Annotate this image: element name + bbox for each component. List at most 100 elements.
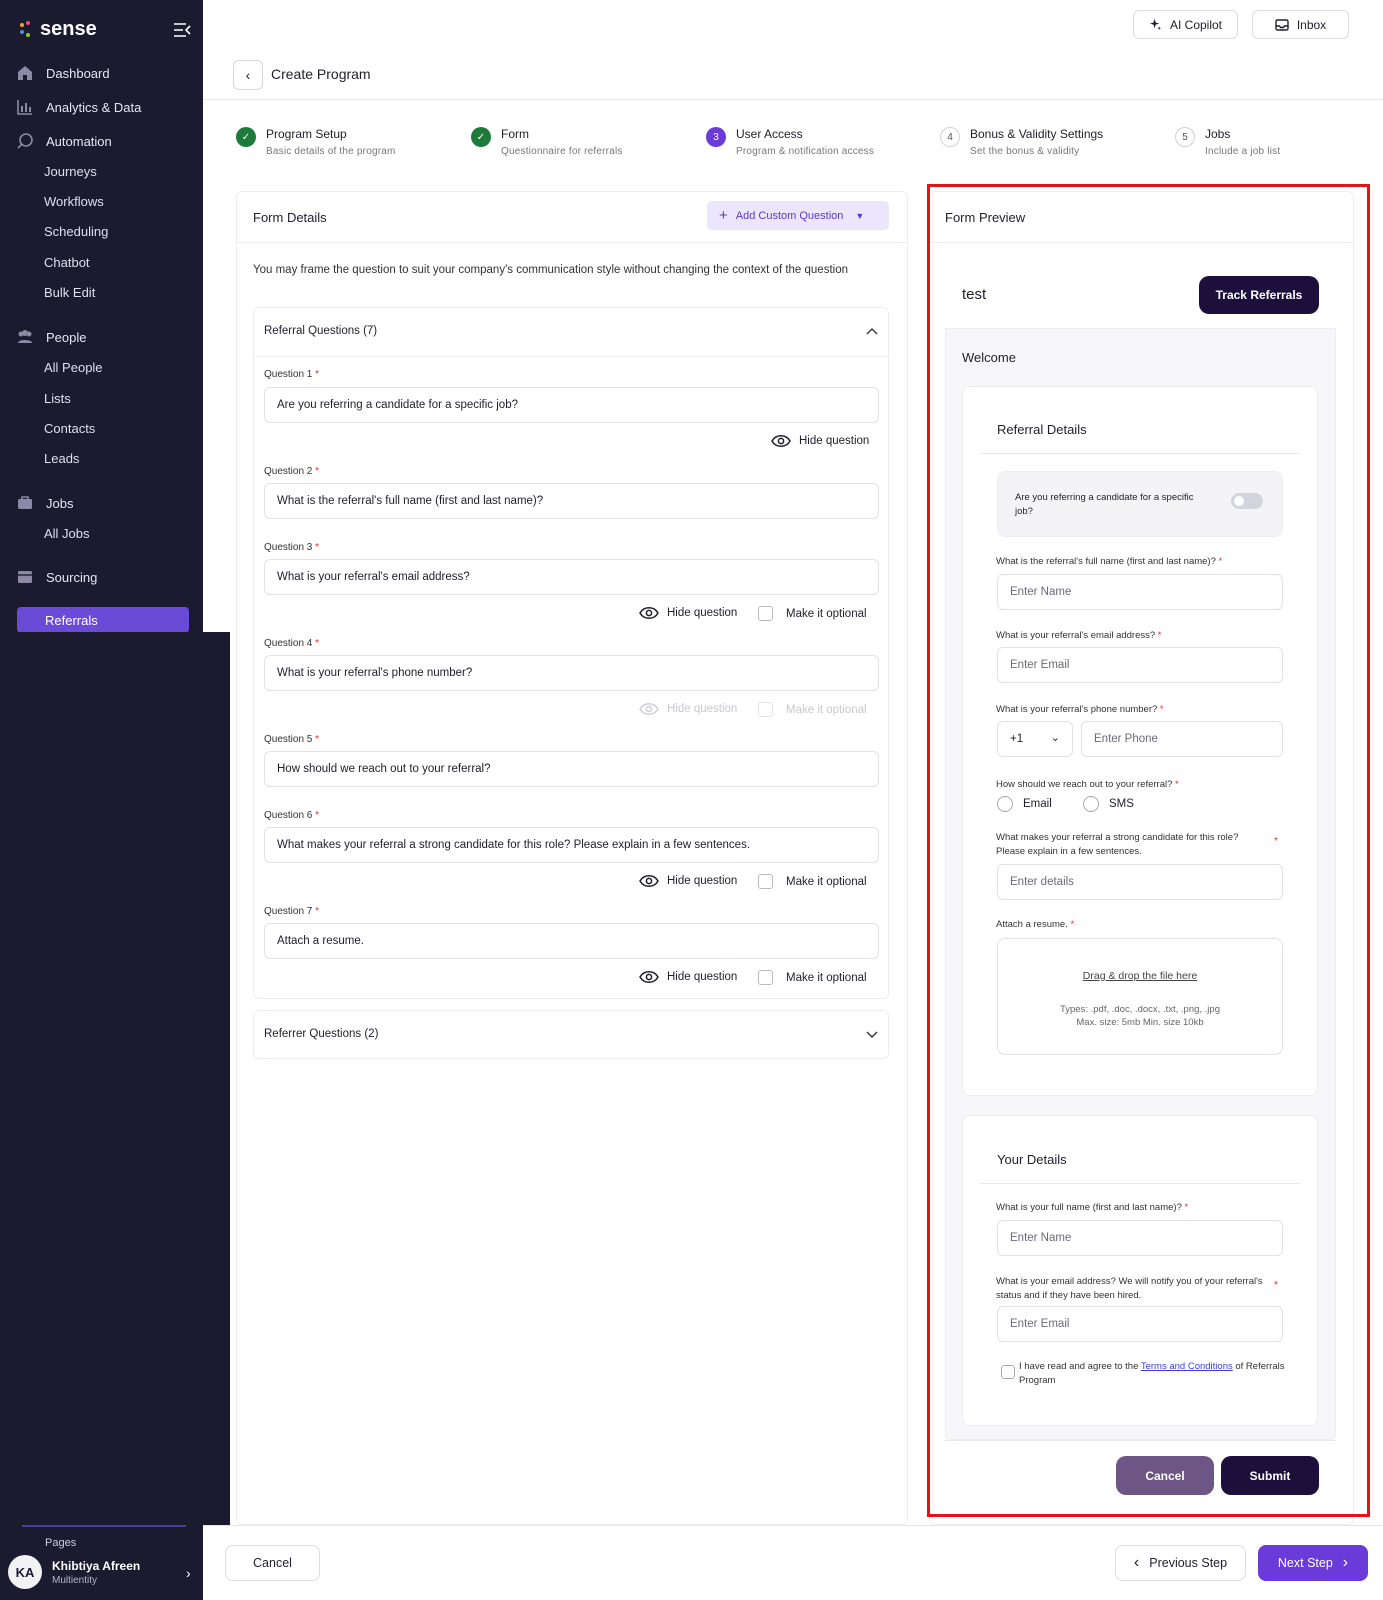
nav-leads[interactable]: Leads	[44, 451, 79, 466]
brand-name: sense	[40, 18, 97, 40]
nav-workflows[interactable]: Workflows	[44, 194, 104, 209]
nav-pages[interactable]: Pages	[45, 1537, 76, 1549]
chevron-left-icon: ‹	[1133, 1554, 1140, 1571]
avatar: KA	[8, 1555, 42, 1589]
home-icon	[18, 66, 32, 80]
form-note: You may frame the question to suit your …	[253, 264, 848, 276]
make-optional-checkbox[interactable]: Make it optional	[758, 970, 867, 985]
step-number: 3	[706, 127, 726, 147]
bar-chart-icon	[17, 100, 32, 115]
checkbox[interactable]	[758, 970, 773, 985]
chevron-right-icon: ›	[1342, 1554, 1349, 1571]
hide-question-toggle[interactable]: Hide question	[771, 434, 869, 448]
question-label: Question 5 *	[264, 734, 320, 745]
previous-step-button[interactable]: ‹ Previous Step	[1115, 1545, 1246, 1581]
sourcing-icon	[18, 571, 32, 583]
step-number: 5	[1175, 127, 1195, 147]
user-profile[interactable]: KA Khibtiya Afreen Multientity	[8, 1555, 140, 1589]
back-button[interactable]: ‹	[233, 60, 263, 90]
hide-question-toggle[interactable]: Hide question	[639, 874, 737, 888]
inbox-icon	[1275, 18, 1289, 31]
question-label: Question 1 *	[264, 369, 320, 380]
inbox-button[interactable]: Inbox	[1252, 10, 1349, 39]
question-2-input[interactable]: What is the referral's full name (first …	[264, 483, 879, 519]
question-7-input[interactable]: Attach a resume.	[264, 923, 879, 959]
brand-logo[interactable]: sense	[20, 18, 97, 41]
make-optional-checkbox[interactable]: Make it optional	[758, 874, 867, 889]
cancel-button[interactable]: Cancel	[225, 1545, 320, 1581]
checkbox[interactable]	[758, 874, 773, 889]
nav-analytics[interactable]: Analytics & Data	[16, 98, 141, 116]
step-program-setup[interactable]: ✓ Program Setup Basic details of the prog…	[236, 127, 396, 157]
eye-icon	[639, 703, 659, 715]
sidebar-overlay	[0, 632, 230, 1525]
nav-scheduling[interactable]: Scheduling	[44, 224, 108, 239]
page-title: Create Program	[271, 66, 371, 82]
sidebar: sense Dashboard Analytics & Data Automat…	[0, 0, 203, 633]
nav-jobs[interactable]: Jobs	[16, 494, 73, 512]
chevron-up-icon[interactable]	[866, 327, 878, 335]
nav-journeys[interactable]: Journeys	[44, 164, 97, 179]
step-bonus-validity[interactable]: 4 Bonus & Validity Settings Set the bonus…	[940, 127, 1103, 157]
question-label: Question 6 *	[264, 810, 320, 821]
nav-dashboard[interactable]: Dashboard	[16, 64, 110, 82]
chevron-left-icon: ‹	[245, 67, 251, 83]
step-jobs[interactable]: 5 Jobs Include a job list	[1175, 127, 1280, 157]
hide-question-toggle[interactable]: Hide question	[639, 970, 737, 984]
question-4-input[interactable]: What is your referral's phone number?	[264, 655, 879, 691]
nav-all-people[interactable]: All People	[44, 360, 103, 375]
ai-copilot-button[interactable]: AI Copilot	[1133, 10, 1238, 39]
question-1-input[interactable]: Are you referring a candidate for a spec…	[264, 387, 879, 423]
chevron-right-icon[interactable]: ›	[186, 1565, 191, 1581]
pages-divider	[22, 1525, 186, 1527]
people-icon	[18, 330, 32, 343]
nav-people[interactable]: People	[16, 328, 86, 346]
make-optional-checkbox-disabled: Make it optional	[758, 702, 867, 717]
form-details-title: Form Details	[253, 210, 327, 225]
checkbox	[758, 702, 773, 717]
hide-question-toggle[interactable]: Hide question	[639, 606, 737, 620]
referral-questions-title: Referral Questions (7)	[264, 325, 378, 337]
question-label: Question 4 *	[264, 638, 320, 649]
nav-referrals[interactable]: Referrals	[17, 607, 189, 633]
add-custom-question-button[interactable]: + Add Custom Question ▼	[707, 201, 889, 230]
question-label: Question 7 *	[264, 906, 320, 917]
automation-icon	[17, 133, 33, 149]
referrer-questions-title: Referrer Questions (2)	[264, 1028, 379, 1040]
user-role: Multientity	[52, 1574, 98, 1586]
question-label: Question 3 *	[264, 542, 320, 553]
step-form[interactable]: ✓ Form Questionnaire for referrals	[471, 127, 623, 157]
hide-question-toggle-disabled: Hide question	[639, 702, 737, 716]
footer-divider	[203, 1525, 1383, 1526]
question-6-input[interactable]: What makes your referral a strong candid…	[264, 827, 879, 863]
nav-sourcing[interactable]: Sourcing	[16, 568, 97, 586]
header-divider	[203, 99, 1383, 100]
check-icon: ✓	[236, 127, 256, 147]
nav-all-jobs[interactable]: All Jobs	[44, 526, 90, 541]
make-optional-checkbox[interactable]: Make it optional	[758, 606, 867, 621]
question-3-input[interactable]: What is your referral's email address?	[264, 559, 879, 595]
nav-bulk-edit[interactable]: Bulk Edit	[44, 285, 95, 300]
eye-icon	[639, 971, 659, 983]
question-label: Question 2 *	[264, 466, 320, 477]
nav-contacts[interactable]: Contacts	[44, 421, 95, 436]
question-5-input[interactable]: How should we reach out to your referral…	[264, 751, 879, 787]
nav-automation[interactable]: Automation	[16, 132, 112, 150]
nav-lists[interactable]: Lists	[44, 391, 71, 406]
step-user-access[interactable]: 3 User Access Program & notification acce…	[706, 127, 874, 157]
user-name: Khibtiya Afreen	[52, 1558, 141, 1573]
eye-icon	[639, 875, 659, 887]
eye-icon	[639, 607, 659, 619]
next-step-button[interactable]: Next Step ›	[1258, 1545, 1368, 1581]
collapse-sidebar-icon[interactable]	[173, 22, 191, 38]
checkbox[interactable]	[758, 606, 773, 621]
sparkle-icon	[1149, 18, 1162, 31]
logo-dots-icon	[20, 20, 32, 39]
step-number: 4	[940, 127, 960, 147]
check-icon: ✓	[471, 127, 491, 147]
nav-chatbot[interactable]: Chatbot	[44, 255, 90, 270]
chevron-down-icon[interactable]	[866, 1031, 878, 1039]
highlight-box	[927, 184, 1370, 1517]
eye-icon	[771, 435, 791, 447]
briefcase-icon	[18, 496, 32, 509]
